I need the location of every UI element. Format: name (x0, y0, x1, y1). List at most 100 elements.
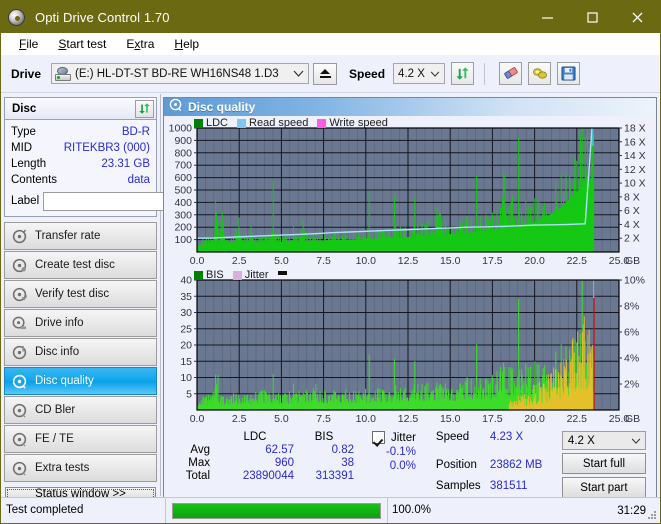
svg-text:100: 100 (174, 234, 192, 246)
minimize-button[interactable] (525, 1, 570, 33)
speed-stat-label: Speed (435, 431, 470, 443)
sidebar-item-disc-quality[interactable]: Disc quality (4, 367, 157, 395)
sidebar-item-extra-tests[interactable]: Extra tests (4, 454, 157, 482)
stats-row-label-avg: Avg (190, 444, 210, 456)
disc-quality-icon (169, 98, 182, 116)
start-part-button[interactable]: Start part (561, 477, 646, 498)
window-controls (525, 1, 660, 33)
start-part-label: Start part (580, 481, 628, 494)
disc-contents-value: data (127, 174, 150, 186)
disc-icon (12, 432, 27, 447)
start-full-button[interactable]: Start full (561, 453, 646, 474)
legend-label-jitter: Jitter (244, 269, 269, 281)
legend-swatch-ldc (194, 118, 203, 128)
menu-start-test[interactable]: Start test (48, 33, 116, 55)
svg-text:6 X: 6 X (624, 205, 640, 217)
speed-label: Speed (349, 66, 386, 81)
svg-text:800: 800 (174, 147, 192, 159)
sidebar-item-transfer-rate[interactable]: Transfer rate (4, 222, 157, 250)
svg-text:2 X: 2 X (624, 233, 640, 245)
chevron-down-icon (293, 64, 304, 83)
svg-text:5.0: 5.0 (274, 413, 289, 425)
svg-text:8%: 8% (624, 301, 639, 313)
jitter-label: Jitter (391, 431, 416, 444)
save-button[interactable] (557, 62, 581, 85)
error-stats-table: LDC BIS Avg 62.57 0.82 Max 960 38 Total … (168, 431, 354, 500)
stats-avg-bis: 0.82 (331, 444, 354, 456)
panel-header: Disc quality (164, 98, 656, 116)
sidebar-item-create-test-disc[interactable]: Create test disc (4, 251, 157, 279)
jitter-checkbox[interactable] (372, 431, 385, 444)
sidebar: Disc Type BD-R MID RITEKBR3 (000) Length… (1, 94, 246, 501)
menu-file[interactable]: File (9, 33, 48, 55)
sidebar-item-cd-bler[interactable]: CD Bler (4, 396, 157, 424)
svg-text:1000: 1000 (169, 123, 193, 135)
legend-label-bis: BIS (206, 269, 224, 281)
sidebar-label: Extra tests (35, 462, 90, 474)
maximize-button[interactable] (570, 1, 615, 33)
drive-select[interactable]: (E:) HL-DT-ST BD-RE WH16NS48 1.D3 (51, 63, 310, 84)
stats-total-bis: 313391 (315, 470, 354, 482)
svg-text:10 X: 10 X (624, 178, 646, 190)
disc-refresh-button[interactable] (135, 99, 154, 118)
test-speed-value: 4.2 X (567, 434, 595, 447)
speed-select-value: 4.2 X (398, 67, 425, 80)
disc-contents-label: Contents (11, 174, 58, 186)
sidebar-item-disc-info[interactable]: Disc info (4, 338, 157, 366)
bis-chart[interactable]: 5 10 15 20 25 30 35 40 2% 4% 6% 8% 10% 0.0 2.5 5.0 7.5 10… (164, 268, 653, 428)
stats-max-ldc: 960 (274, 457, 294, 469)
menu-help[interactable]: Help (164, 33, 209, 55)
progress-bar (172, 502, 381, 519)
sidebar-label: CD Bler (35, 404, 76, 416)
svg-text:16 X: 16 X (624, 136, 646, 148)
settings-button[interactable] (528, 62, 552, 85)
eraser-icon (503, 67, 518, 79)
run-stats: Speed 4.23 X Position 23862 MB Samples 3… (436, 431, 646, 500)
menu-file-label: ile (26, 36, 39, 51)
sidebar-label: FE / TE (35, 433, 74, 445)
svg-text:20: 20 (180, 340, 192, 352)
stats-row-label-total: Total (185, 470, 210, 482)
status-text: Test completed (1, 498, 166, 523)
svg-text:2.5: 2.5 (232, 413, 247, 425)
bis-chart-container: BIS Jitter 5 10 15 20 25 30 35 40 2% 4% 6% 8% 10% 0.0… (164, 268, 656, 428)
svg-text:700: 700 (174, 160, 192, 172)
legend-label-read-speed: Read speed (249, 117, 309, 129)
eraser-button[interactable] (499, 62, 523, 85)
ldc-chart[interactable]: 1002003004005006007008009001000 2 X 4 X 6 X… (164, 116, 653, 268)
sidebar-label: Verify test disc (35, 288, 110, 300)
sidebar-item-fe-te[interactable]: FE / TE (4, 425, 157, 453)
close-button[interactable] (615, 1, 660, 33)
sidebar-item-verify-test-disc[interactable]: Verify test disc (4, 280, 157, 308)
legend-swatch-bis (194, 270, 203, 280)
svg-text:5: 5 (186, 388, 192, 400)
stats-max-bis: 38 (341, 457, 354, 469)
disc-row-length: Length 23.31 GB (11, 156, 150, 172)
disc-icon (12, 229, 27, 244)
refresh-button[interactable] (451, 62, 475, 85)
eject-icon (319, 69, 331, 78)
svg-text:500: 500 (174, 185, 192, 197)
title-bar: Opti Drive Control 1.70 (1, 1, 660, 33)
panel-title: Disc quality (188, 100, 256, 114)
menu-extra[interactable]: Extra (116, 33, 164, 55)
test-speed-select[interactable]: 4.2 X (561, 431, 646, 450)
jitter-avg-value: -0.1% (385, 446, 416, 458)
svg-text:20.0: 20.0 (524, 413, 545, 425)
svg-text:22.5: 22.5 (567, 255, 588, 267)
speed-select[interactable]: 4.2 X (393, 63, 446, 84)
disc-icon (12, 345, 27, 360)
disc-icon (12, 461, 27, 476)
disc-row-type: Type BD-R (11, 124, 150, 140)
resize-grip[interactable] (646, 509, 658, 521)
eject-button[interactable] (313, 62, 338, 85)
chevron-down-icon (631, 432, 641, 449)
disc-length-label: Length (11, 158, 47, 170)
svg-text:5.0: 5.0 (274, 255, 289, 267)
svg-text:22.5: 22.5 (567, 413, 588, 425)
elapsed-time: 31:29 (617, 504, 646, 517)
save-icon (561, 66, 576, 81)
ldc-chart-container: LDC Read speed Write speed 100 200 300 400 5… (164, 116, 656, 268)
sidebar-item-drive-info[interactable]: Drive info (4, 309, 157, 337)
app-disc-icon (8, 8, 25, 26)
